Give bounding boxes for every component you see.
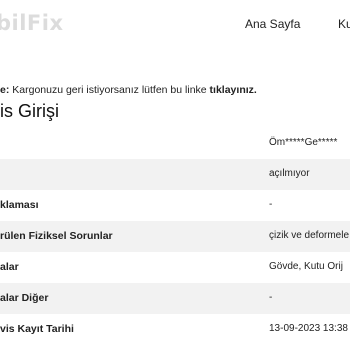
brand-logo[interactable]: bilFix [0, 11, 64, 35]
notice-prefix: e: [0, 84, 10, 96]
nav-link-home[interactable]: Ana Sayfa [245, 17, 300, 31]
table-row-complaint: açılmıyor [0, 159, 350, 190]
notice-link[interactable]: tıklayınız. [210, 84, 257, 96]
description-label: klaması [0, 199, 39, 211]
table-row-customer: Öm*****Ge***** [0, 128, 350, 159]
table-row-accessories-other: alar Diğer - [0, 283, 350, 314]
accessories-other-label: alar Diğer [0, 292, 49, 304]
cargo-notice: e: Kargonuzu geri istiyorsanız lütfen bu… [0, 84, 257, 96]
accessories-other-value: - [269, 292, 273, 303]
table-row-registration-date: vis Kayıt Tarihi 13-09-2023 13:38 [0, 314, 350, 345]
top-header: bilFix Ana Sayfa Ku [0, 0, 350, 50]
service-details-table: Öm*****Ge***** açılmıyor klaması - rülen… [0, 128, 350, 345]
customer-name-value: Öm*****Ge***** [269, 137, 338, 148]
page-title: is Girişi [0, 101, 59, 121]
physical-issues-label: rülen Fiziksel Sorunlar [0, 230, 113, 242]
accessories-value: Gövde, Kutu Orij [269, 261, 343, 272]
notice-text: Kargonuzu geri istiyorsanız lütfen bu li… [9, 84, 210, 96]
table-row-physical-issues: rülen Fiziksel Sorunlar çizik ve deforme… [0, 221, 350, 252]
registration-date-value: 13-09-2023 13:38 [269, 323, 348, 334]
table-row-accessories: alar Gövde, Kutu Orij [0, 252, 350, 283]
description-value: - [269, 199, 273, 210]
table-row-description: klaması - [0, 190, 350, 221]
physical-issues-value: çizik ve deformele [269, 230, 350, 241]
registration-date-label: vis Kayıt Tarihi [0, 323, 74, 335]
accessories-label: alar [0, 261, 19, 273]
nav-link-next[interactable]: Ku [338, 17, 350, 31]
complaint-value: açılmıyor [269, 168, 310, 179]
